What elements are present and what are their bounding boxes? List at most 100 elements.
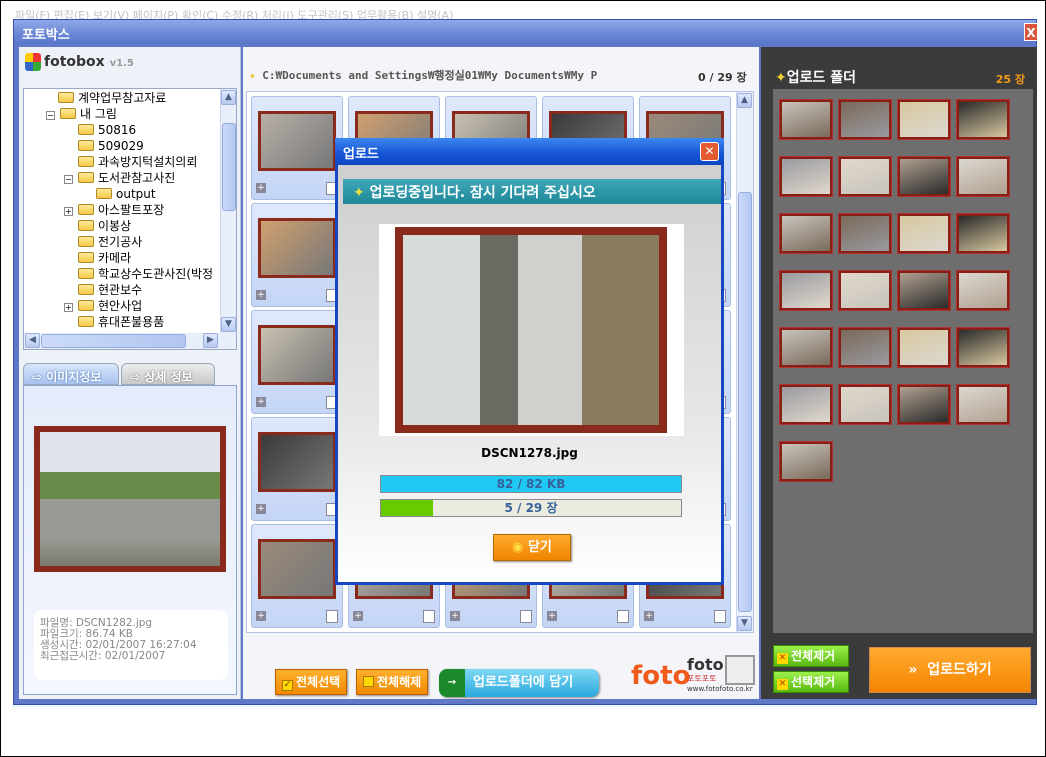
tree-item[interactable]: + 아스팔트포장 — [64, 202, 164, 218]
window-titlebar[interactable]: 포토박스 — [14, 20, 1036, 44]
upload-thumbnail[interactable] — [897, 384, 951, 425]
upload-thumbnail[interactable] — [838, 213, 892, 254]
upload-thumbnail[interactable] — [838, 99, 892, 140]
expand-icon[interactable]: + — [64, 207, 73, 216]
zoom-plus-icon[interactable]: + — [450, 611, 460, 621]
tree-item[interactable]: 509029 — [78, 138, 144, 154]
scroll-down-button[interactable]: ▼ — [737, 616, 752, 631]
tree-item[interactable]: 전기공사 — [78, 234, 142, 250]
tree-item-label: 현관보수 — [98, 283, 143, 297]
zoom-plus-icon[interactable]: + — [644, 611, 654, 621]
upload-thumbnail[interactable] — [838, 327, 892, 368]
tree-item-label: output — [116, 187, 156, 201]
photo-cell[interactable]: + — [251, 96, 343, 200]
add-to-upload-folder-button[interactable]: → 업로드폴더에 담기 — [439, 669, 599, 697]
dialog-close-button[interactable]: ◉ 닫기 — [493, 534, 571, 561]
upload-folder-title: ✦업로드 폴더 — [775, 67, 856, 87]
expand-icon[interactable]: + — [64, 303, 73, 312]
tab-detail-info[interactable]: ⇨ 상세 정보 — [121, 363, 215, 385]
scroll-up-button[interactable]: ▲ — [221, 90, 236, 105]
upload-thumbnail[interactable] — [838, 384, 892, 425]
tree-item[interactable]: + 현안사업 — [64, 298, 142, 314]
remove-selected-button[interactable]: ✕ 선택제거 — [773, 671, 849, 693]
tree-vertical-scrollbar[interactable]: ▲ ▼ — [220, 89, 236, 333]
photo-checkbox[interactable] — [326, 610, 338, 623]
upload-button[interactable]: » 업로드하기 — [869, 647, 1031, 693]
x-icon: ✕ — [777, 679, 788, 690]
scroll-down-button[interactable]: ▼ — [221, 317, 236, 332]
zoom-plus-icon[interactable]: + — [256, 183, 266, 193]
upload-thumbnail[interactable] — [956, 327, 1010, 368]
upload-thumbnail[interactable] — [956, 384, 1010, 425]
scroll-up-button[interactable]: ▲ — [737, 93, 752, 108]
remove-all-button[interactable]: ✕ 전체제거 — [773, 645, 849, 667]
upload-thumbnail[interactable] — [956, 213, 1010, 254]
upload-thumbnail[interactable] — [956, 99, 1010, 140]
collapse-icon[interactable]: − — [64, 175, 73, 184]
scroll-right-button[interactable]: ▶ — [203, 333, 218, 348]
tree-item[interactable]: 학교상수도관사진(박정 — [78, 266, 213, 282]
photo-thumbnail[interactable] — [258, 539, 336, 599]
upload-thumbnail[interactable] — [779, 213, 833, 254]
tree-item[interactable]: − 내 그림 — [46, 106, 117, 122]
window-close-button[interactable]: X — [1024, 23, 1038, 41]
photo-cell[interactable]: + — [251, 524, 343, 628]
tree-item[interactable]: 이봉상 — [78, 218, 131, 234]
upload-thumbnail[interactable] — [897, 270, 951, 311]
grid-vertical-scrollbar[interactable]: ▲ ▼ — [736, 92, 753, 632]
tab-image-info[interactable]: ⇨ 이미지정보 — [23, 363, 119, 385]
upload-thumbnail[interactable] — [779, 99, 833, 140]
select-all-button[interactable]: ✓ 전체선택 — [275, 669, 348, 695]
upload-thumbnail[interactable] — [897, 156, 951, 197]
folder-icon — [78, 220, 94, 231]
photo-thumbnail[interactable] — [258, 432, 336, 492]
scroll-left-button[interactable]: ◀ — [25, 333, 40, 348]
tree-item[interactable]: 휴대폰불용품 — [78, 314, 164, 330]
dialog-close-icon[interactable]: ✕ — [700, 142, 719, 161]
upload-thumbnail[interactable] — [779, 270, 833, 311]
photo-checkbox[interactable] — [714, 610, 726, 623]
zoom-plus-icon[interactable]: + — [256, 611, 266, 621]
upload-thumbnail[interactable] — [956, 156, 1010, 197]
upload-thumbnail[interactable] — [779, 327, 833, 368]
upload-thumbnail[interactable] — [779, 441, 833, 482]
circle-icon: ◉ — [512, 540, 524, 555]
tree-item[interactable]: 카메라 — [78, 250, 131, 266]
photo-thumbnail[interactable] — [258, 218, 336, 278]
dialog-titlebar[interactable]: 업로드 — [335, 138, 724, 165]
photo-thumbnail[interactable] — [258, 325, 336, 385]
photo-checkbox[interactable] — [520, 610, 532, 623]
photo-checkbox[interactable] — [617, 610, 629, 623]
scroll-thumb[interactable] — [738, 192, 752, 612]
upload-thumbnail[interactable] — [897, 213, 951, 254]
photo-cell[interactable]: + — [251, 203, 343, 307]
photo-checkbox[interactable] — [423, 610, 435, 623]
photo-cell[interactable]: + — [251, 417, 343, 521]
tree-item[interactable]: 50816 — [78, 122, 136, 138]
upload-thumbnail[interactable] — [897, 327, 951, 368]
upload-thumbnail[interactable] — [838, 270, 892, 311]
tree-horizontal-scrollbar[interactable]: ◀ ▶ — [24, 333, 236, 349]
upload-thumbnail[interactable] — [779, 156, 833, 197]
tree-item[interactable]: 계약업무참고자료 — [58, 90, 166, 106]
zoom-plus-icon[interactable]: + — [353, 611, 363, 621]
scroll-hthumb[interactable] — [41, 334, 186, 348]
deselect-all-button[interactable]: 전체해제 — [356, 669, 429, 695]
tree-item[interactable]: 과속방지턱설치의뢰 — [78, 154, 197, 170]
remove-all-label: 전체제거 — [791, 649, 836, 663]
scroll-thumb[interactable] — [222, 123, 236, 211]
photo-cell[interactable]: + — [251, 310, 343, 414]
collapse-icon[interactable]: − — [46, 111, 55, 120]
tree-item[interactable]: 현관보수 — [78, 282, 142, 298]
upload-thumbnail[interactable] — [897, 99, 951, 140]
zoom-plus-icon[interactable]: + — [547, 611, 557, 621]
zoom-plus-icon[interactable]: + — [256, 290, 266, 300]
upload-thumbnail[interactable] — [956, 270, 1010, 311]
tree-item[interactable]: − 도서관참고사진 — [64, 170, 175, 186]
zoom-plus-icon[interactable]: + — [256, 397, 266, 407]
upload-thumbnail[interactable] — [838, 156, 892, 197]
tree-item[interactable]: output — [96, 186, 156, 202]
upload-thumbnail[interactable] — [779, 384, 833, 425]
photo-thumbnail[interactable] — [258, 111, 336, 171]
zoom-plus-icon[interactable]: + — [256, 504, 266, 514]
